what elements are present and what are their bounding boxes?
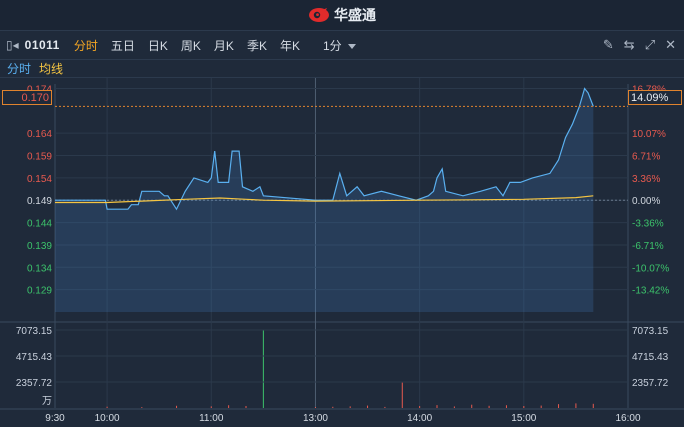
stock-code: 01011: [24, 38, 60, 52]
chevron-down-icon: [347, 43, 356, 49]
price-tick-label: 0.139: [27, 241, 52, 252]
legend-average: 均线: [39, 62, 64, 76]
app-header: 华盛通: [0, 0, 684, 31]
volume-unit-label: 万: [42, 396, 52, 407]
pct-tick-label: -10.07%: [632, 263, 669, 274]
tab-monthly-k[interactable]: 月K: [214, 37, 234, 54]
brand-logo-icon: [309, 8, 329, 22]
volume-tick-label: 7073.15: [16, 326, 53, 337]
volume-tick-label-right: 2357.72: [632, 378, 669, 389]
volume-tick-label: 4715.43: [16, 352, 53, 363]
time-tick-label: 9:30: [45, 413, 65, 424]
legend-timeshare: 分时: [7, 62, 32, 76]
tab-five-day[interactable]: 五日: [111, 37, 135, 54]
price-tick-label: 0.144: [27, 219, 52, 230]
chart-legend: 分时 均线: [0, 59, 684, 78]
price-tick-label: 0.164: [27, 129, 52, 140]
volume-tick-label-right: 4715.43: [632, 352, 669, 363]
tab-weekly-k[interactable]: 周K: [181, 37, 201, 54]
collapse-panel-icon[interactable]: ▯◂: [6, 38, 19, 52]
time-tick-label: 11:00: [199, 413, 224, 424]
pct-tick-label: 10.07%: [632, 129, 666, 140]
time-tick-label: 15:00: [511, 413, 536, 424]
close-icon[interactable]: ✕: [665, 37, 676, 53]
price-tick-label: 0.159: [27, 152, 52, 163]
price-tick-label: 0.149: [27, 196, 52, 207]
tab-timeshare[interactable]: 分时: [74, 37, 98, 54]
volume-tick-label: 2357.72: [16, 378, 53, 389]
brand: 华盛通: [308, 5, 376, 25]
price-tick-label: 0.134: [27, 263, 52, 274]
time-tick-label: 14:00: [407, 413, 432, 424]
pencil-icon[interactable]: ✎: [603, 37, 614, 53]
interval-dropdown[interactable]: 1分: [323, 37, 356, 54]
tab-daily-k[interactable]: 日K: [148, 37, 168, 54]
time-tick-label: 10:00: [95, 413, 120, 424]
tab-quarterly-k[interactable]: 季K: [247, 37, 267, 54]
crosshair-pct-label: 14.09%: [628, 90, 682, 105]
crosshair-price-label: 0.170: [2, 90, 52, 105]
pct-tick-label: -6.71%: [632, 241, 664, 252]
time-tick-label: 16:00: [615, 413, 640, 424]
pct-tick-label: 3.36%: [632, 174, 660, 185]
pct-tick-label: -3.36%: [632, 219, 664, 230]
pct-tick-label: 0.00%: [632, 196, 660, 207]
expand-icon[interactable]: ⤢: [645, 37, 655, 53]
toolbar: ▯◂ 01011 分时 五日 日K 周K 月K 季K 年K 1分 ✎ ⇆ ⤢ ✕: [0, 31, 684, 59]
pct-tick-label: -13.42%: [632, 286, 669, 297]
price-tick-label: 0.154: [27, 174, 52, 185]
tab-yearly-k[interactable]: 年K: [280, 37, 300, 54]
time-tick-label: 13:00: [303, 413, 328, 424]
switch-icon[interactable]: ⇆: [624, 37, 635, 53]
brand-name: 华盛通: [334, 7, 376, 23]
pct-tick-label: 6.71%: [632, 152, 660, 163]
interval-label: 1分: [322, 38, 342, 53]
volume-tick-label-right: 7073.15: [632, 326, 669, 337]
price-tick-label: 0.129: [27, 286, 52, 297]
price-chart[interactable]: 0.1740.1640.1590.1540.1490.1440.1390.134…: [0, 78, 684, 427]
